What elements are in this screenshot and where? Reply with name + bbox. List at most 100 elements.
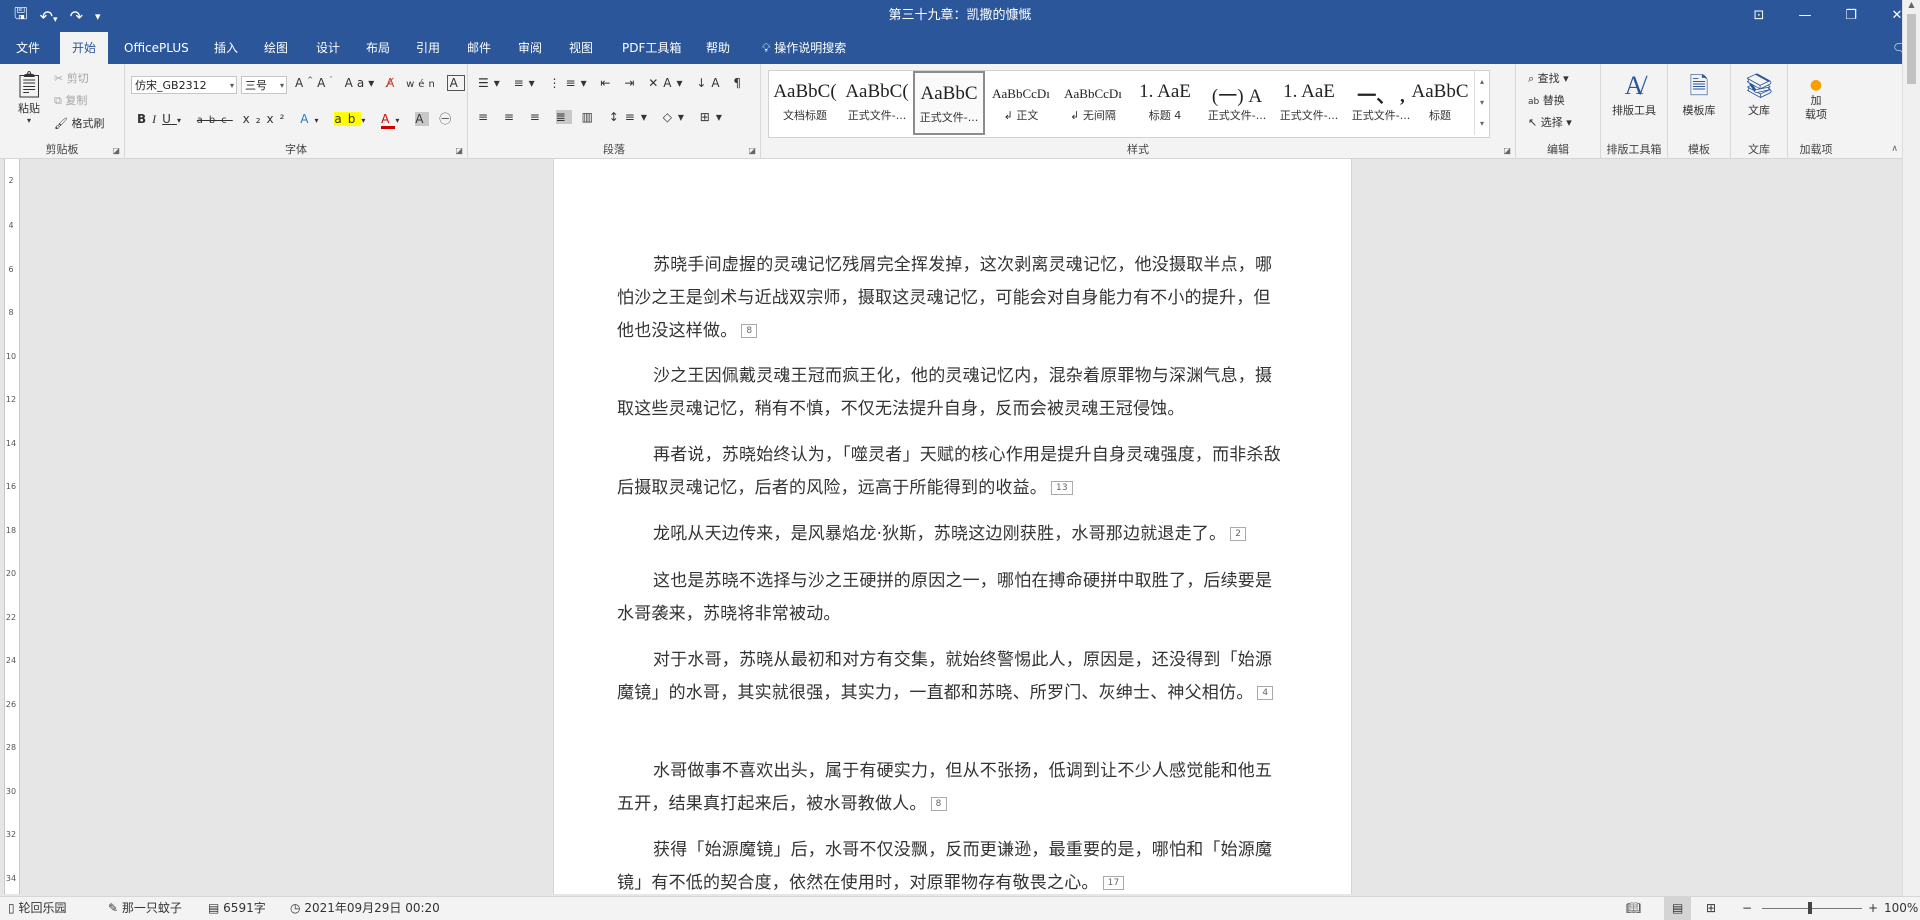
tab-design[interactable]: 设计 [304, 32, 352, 64]
comment-count-badge[interactable]: 2 [1230, 527, 1247, 541]
sort-icon[interactable]: ↓A [696, 76, 724, 90]
align-right-icon[interactable]: ≡ [530, 110, 546, 124]
align-left-icon[interactable]: ≡ [478, 110, 494, 124]
comment-count-badge[interactable]: 17 [1102, 876, 1125, 890]
tab-layout[interactable]: 布局 [354, 32, 402, 64]
line-spacing-icon[interactable]: ↕≡▾ [609, 110, 653, 124]
zoom-in-icon[interactable]: + [1868, 897, 1878, 920]
character-shading-icon[interactable]: A [415, 112, 430, 126]
comment-count-badge[interactable]: 8 [741, 324, 758, 338]
tab-officeplus[interactable]: OfficePLUS [112, 32, 201, 64]
increase-indent-icon[interactable]: ⇥ [624, 76, 639, 90]
bold-icon[interactable]: B [137, 112, 152, 126]
tab-pdf-toolbox[interactable]: PDF工具箱 [610, 32, 693, 64]
align-center-icon[interactable]: ≡ [504, 110, 520, 124]
zoom-slider-thumb[interactable] [1808, 902, 1812, 914]
highlight-icon[interactable]: ab [334, 112, 362, 126]
text-effects-icon[interactable]: A [300, 112, 314, 126]
scrollbar-thumb[interactable] [1907, 14, 1916, 84]
comment-count-badge[interactable]: 8 [930, 797, 947, 811]
phonetic-guide-icon[interactable]: wén [406, 79, 439, 90]
ribbon-display-options-button[interactable]: ⊡ [1736, 0, 1782, 32]
shading-icon[interactable]: ◇▾ [663, 110, 690, 124]
tab-review[interactable]: 审阅 [506, 32, 554, 64]
tab-references[interactable]: 引用 [404, 32, 452, 64]
paragraph[interactable]: 对于水哥，苏晓从最初和对方有交集，就始终警惕此人，原因是，还没得到「始源魔镜」的… [617, 644, 1287, 710]
style-item[interactable]: AaBbC 标题 [1409, 71, 1471, 135]
superscript-icon[interactable]: x² [267, 112, 291, 126]
font-size-combo[interactable]: 三号 ▾ [241, 76, 287, 94]
numbering-icon[interactable]: ≡▾ [514, 76, 540, 90]
copy-button[interactable]: ⧉ 复制 [54, 92, 87, 108]
tab-mailings[interactable]: 邮件 [455, 32, 503, 64]
strikethrough-icon[interactable]: abc [197, 115, 233, 126]
style-item[interactable]: AaBbC(文档标题 [769, 71, 841, 135]
borders-icon[interactable]: ⊞▾ [700, 110, 728, 124]
template-library-button[interactable]: 🗎 模板库 [1668, 70, 1730, 118]
subscript-icon[interactable]: x₂ [243, 112, 267, 126]
enclose-characters-icon[interactable]: ㊀ [439, 112, 457, 126]
clear-formatting-icon[interactable]: A̸ [386, 76, 398, 90]
styles-launcher-icon[interactable]: ◪ [1503, 146, 1511, 155]
style-item-selected[interactable]: AaBbC 正式文件-... [913, 71, 985, 135]
paragraph[interactable]: 苏晓手间虚握的灵魂记忆残屑完全挥发掉，这次剥离灵魂记忆，他没摄取半点，哪怕沙之王… [617, 249, 1287, 348]
style-item[interactable]: 1. AaE 标题 4 [1129, 71, 1201, 135]
vertical-scrollbar[interactable]: ▲ [1902, 0, 1920, 896]
collapse-ribbon-icon[interactable]: ∧ [1891, 144, 1898, 154]
tab-file[interactable]: 文件 [4, 32, 52, 64]
style-item[interactable]: AaBbCcDı ↲ 正文 [985, 71, 1057, 135]
tell-me-search[interactable]: 💡︎ 操作说明搜索 [750, 32, 858, 64]
read-mode-icon[interactable]: 📖︎ [1626, 897, 1641, 920]
italic-icon[interactable]: I [152, 112, 162, 126]
cut-button[interactable]: ✂ 剪切 [54, 70, 89, 86]
grow-font-icon[interactable]: A^ [295, 76, 317, 90]
tab-insert[interactable]: 插入 [202, 32, 250, 64]
tab-view[interactable]: 视图 [557, 32, 605, 64]
find-button[interactable]: ⌕ 查找 ▾ [1528, 70, 1569, 86]
style-item[interactable]: 一、 , 正式文件-... [1345, 71, 1417, 135]
chinese-layout-icon[interactable]: ✕A▾ [648, 76, 687, 90]
decrease-indent-icon[interactable]: ⇤ [600, 76, 615, 90]
paste-button[interactable]: 📋︎ 粘贴 ▾ [12, 70, 46, 125]
paragraph[interactable]: 龙吼从天边传来，是风暴焰龙·狄斯，苏晓这边刚获胜，水哥那边就退走了。 2 [617, 518, 1287, 551]
tab-home[interactable]: 开始 [60, 32, 109, 64]
style-item[interactable]: 1. AaE 正式文件-... [1273, 71, 1345, 135]
replace-button[interactable]: ab 替换 [1528, 92, 1565, 108]
show-marks-icon[interactable]: ¶ [733, 76, 746, 90]
comment-count-badge[interactable]: 4 [1257, 686, 1274, 700]
typesetting-button[interactable]: A̸ 排版工具 [1601, 70, 1667, 118]
styles-scroll[interactable]: ▴ ▾ ▾ [1474, 71, 1489, 135]
status-word-count[interactable]: ▤ 6591字 [208, 897, 266, 920]
paragraph[interactable]: 水哥做事不喜欢出头，属于有硬实力，但从不张扬，低调到让不少人感觉能和他五五开，结… [617, 755, 1287, 821]
web-layout-icon[interactable]: ⊞ [1706, 897, 1716, 920]
style-item[interactable]: AaBbC(正式文件-... [841, 71, 913, 135]
distributed-icon[interactable]: ▥ [582, 110, 599, 124]
status-author[interactable]: ✎ 那一只蚊子 [108, 897, 182, 920]
scroll-up-icon[interactable]: ▲ [1903, 0, 1920, 9]
justify-icon[interactable]: ≣ [555, 110, 572, 124]
paragraph[interactable]: 获得「始源魔镜」后，水哥不仅没飘，反而更谦逊，最重要的是，哪怕和「始源魔镜」有不… [617, 834, 1287, 894]
paragraph-launcher-icon[interactable]: ◪ [748, 146, 756, 155]
library-button[interactable]: 📚︎ 文库 [1731, 70, 1787, 118]
addins-button[interactable]: ● 加 载项 [1788, 76, 1844, 122]
change-case-icon[interactable]: Aa▾ [345, 76, 379, 90]
format-painter-button[interactable]: 🖌︎ 格式刷 [54, 115, 104, 131]
paragraph[interactable]: 沙之王因佩戴灵魂王冠而疯王化，他的灵魂记忆内，混杂着原罪物与深渊气息，摄取这些灵… [617, 360, 1287, 426]
zoom-out-icon[interactable]: − [1742, 897, 1752, 920]
shrink-font-icon[interactable]: Aˇ [317, 76, 337, 90]
document-page[interactable]: 苏晓手间虚握的灵魂记忆残屑完全挥发掉，这次剥离灵魂记忆，他没摄取半点，哪怕沙之王… [553, 159, 1352, 894]
status-section[interactable]: ▯ 轮回乐园 [8, 897, 66, 920]
character-border-icon[interactable]: A [446, 75, 465, 91]
style-item[interactable]: AaBbCcDı ↲ 无间隔 [1057, 71, 1129, 135]
print-layout-icon[interactable]: ▤ [1664, 897, 1692, 920]
zoom-level[interactable]: 100% [1884, 897, 1918, 920]
clipboard-launcher-icon[interactable]: ◪ [112, 146, 120, 155]
tab-draw[interactable]: 绘图 [252, 32, 300, 64]
minimize-button[interactable]: — [1782, 0, 1828, 32]
underline-icon[interactable]: U [162, 112, 177, 126]
select-button[interactable]: ↖ 选择 ▾ [1528, 114, 1572, 130]
zoom-slider[interactable] [1762, 908, 1862, 909]
style-item[interactable]: (一) A 正式文件-... [1201, 71, 1273, 135]
multilevel-list-icon[interactable]: ⋮≡▾ [549, 76, 592, 90]
tab-help[interactable]: 帮助 [694, 32, 742, 64]
